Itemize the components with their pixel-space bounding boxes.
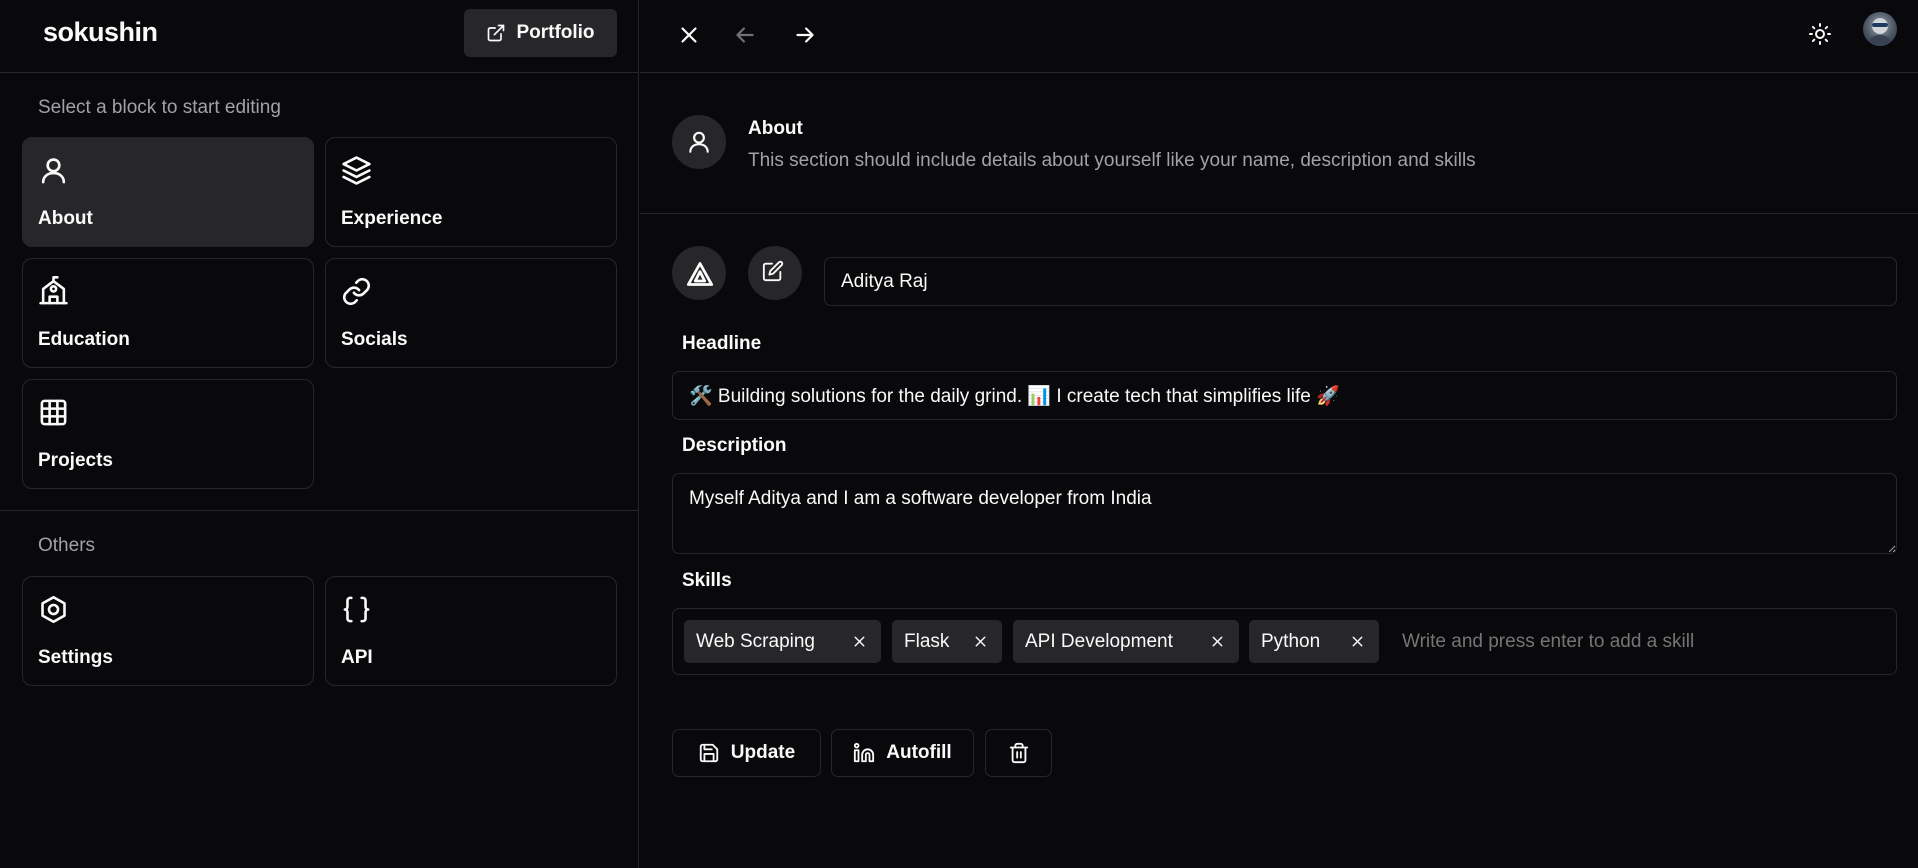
edit-icon xyxy=(762,260,788,286)
delete-button[interactable] xyxy=(985,729,1052,777)
braces-icon xyxy=(341,594,372,625)
block-projects[interactable]: Projects xyxy=(22,379,314,489)
skill-chip: API Development xyxy=(1013,620,1239,663)
editor-sidebar: sokushin Portfolio Select a block to sta… xyxy=(0,0,639,868)
block-label: API xyxy=(341,647,373,668)
portfolio-button[interactable]: Portfolio xyxy=(464,9,617,57)
block-api[interactable]: API xyxy=(325,576,617,686)
section-label-others: Others xyxy=(38,535,96,556)
sidebar-header: sokushin Portfolio xyxy=(0,0,638,73)
skills-label: Skills xyxy=(682,570,732,591)
layers-icon xyxy=(341,155,372,186)
school-icon xyxy=(38,276,69,307)
skill-chip: Flask xyxy=(892,620,1002,663)
remove-skill-icon[interactable] xyxy=(1209,633,1226,650)
update-button-label: Update xyxy=(730,742,796,763)
remove-skill-icon[interactable] xyxy=(972,633,989,650)
user-icon xyxy=(686,129,712,155)
block-label: Education xyxy=(38,329,130,350)
skill-input[interactable] xyxy=(1396,620,1886,663)
sidebar-divider xyxy=(0,510,639,511)
link-icon xyxy=(341,276,372,307)
section-label-select-block: Select a block to start editing xyxy=(38,97,281,118)
block-label: Settings xyxy=(38,647,113,668)
autofill-button[interactable]: Autofill xyxy=(831,729,974,777)
remove-skill-icon[interactable] xyxy=(851,633,868,650)
skill-chip: Python xyxy=(1249,620,1379,663)
block-label: Projects xyxy=(38,450,113,471)
headline-label: Headline xyxy=(682,333,762,354)
update-button[interactable]: Update xyxy=(672,729,821,777)
avatar[interactable] xyxy=(1863,12,1897,46)
editor-toolbar xyxy=(640,0,1918,73)
linkedin-icon xyxy=(853,742,875,764)
skill-chip-label: Flask xyxy=(904,630,950,652)
description-label: Description xyxy=(682,435,787,456)
description-textarea[interactable]: Myself Aditya and I am a software develo… xyxy=(672,473,1897,554)
section-title: About xyxy=(748,118,803,139)
sun-theme-icon[interactable] xyxy=(1808,22,1834,48)
about-avatar-badge xyxy=(672,115,726,169)
block-label: Experience xyxy=(341,208,443,229)
block-settings[interactable]: Settings xyxy=(22,576,314,686)
block-about[interactable]: About xyxy=(22,137,314,247)
edit-logo-button[interactable] xyxy=(748,246,802,300)
triangle-logo-icon xyxy=(686,260,714,286)
block-education[interactable]: Education xyxy=(22,258,314,368)
arrow-left-icon[interactable] xyxy=(732,22,758,48)
block-label: About xyxy=(38,208,93,229)
brand-logo[interactable]: sokushin xyxy=(43,17,158,48)
close-icon[interactable] xyxy=(676,22,702,48)
section-description: This section should include details abou… xyxy=(748,150,1476,171)
autofill-button-label: Autofill xyxy=(886,742,952,763)
remove-skill-icon[interactable] xyxy=(1349,633,1366,650)
save-icon xyxy=(698,742,720,764)
arrow-right-icon[interactable] xyxy=(792,22,818,48)
trash-icon xyxy=(1008,742,1030,764)
block-experience[interactable]: Experience xyxy=(325,137,617,247)
skill-chip-label: API Development xyxy=(1025,630,1173,652)
block-label: Socials xyxy=(341,329,408,350)
user-icon xyxy=(38,155,69,186)
external-link-icon xyxy=(486,23,506,43)
headline-input[interactable] xyxy=(672,371,1897,420)
hexagon-settings-icon xyxy=(38,594,69,625)
skill-chip: Web Scraping xyxy=(684,620,881,663)
grid-icon xyxy=(38,397,69,428)
profile-logo[interactable] xyxy=(672,246,726,300)
block-socials[interactable]: Socials xyxy=(325,258,617,368)
editor-main: About This section should include detail… xyxy=(640,0,1918,868)
skill-chip-label: Python xyxy=(1261,630,1321,652)
about-section-header xyxy=(640,73,1918,214)
portfolio-button-label: Portfolio xyxy=(516,22,595,43)
skill-chip-label: Web Scraping xyxy=(696,630,815,652)
name-input[interactable] xyxy=(824,257,1897,306)
